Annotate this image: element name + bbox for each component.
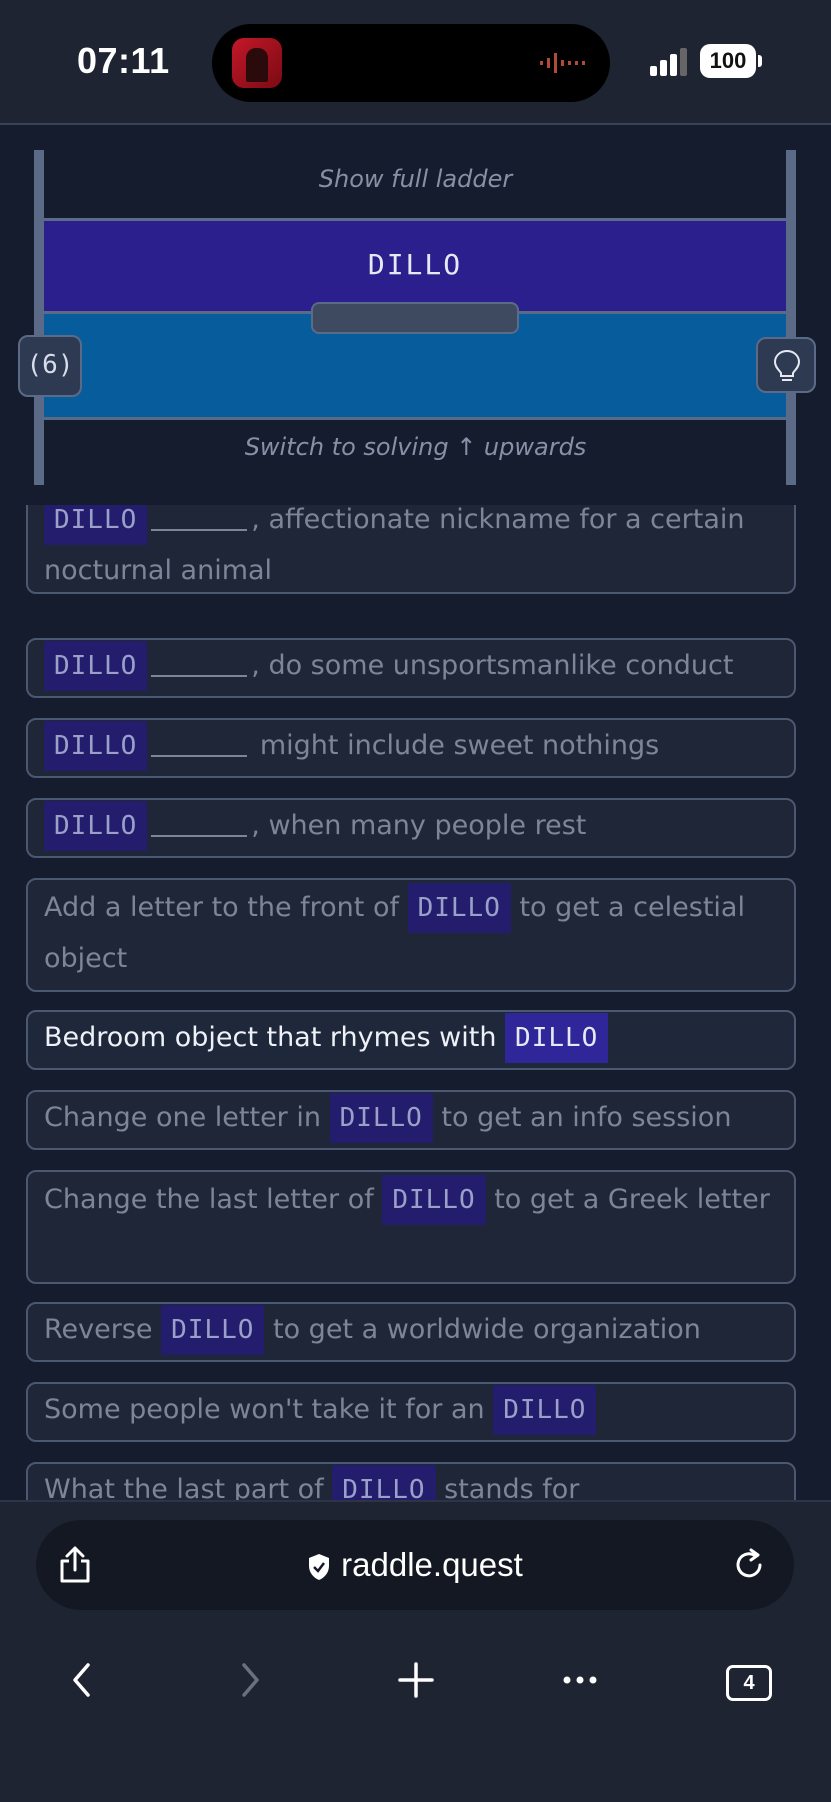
clue-text-pre: Bedroom object that rhymes with: [44, 1022, 506, 1053]
status-bar: 07:11 100: [0, 0, 831, 125]
clue-word-chip: DILLO: [493, 1385, 597, 1435]
url-field[interactable]: raddle.quest: [36, 1546, 794, 1584]
clue-list: DILLO, affectionate nickname for a certa…: [0, 505, 831, 1500]
clue-text-pre: What the last part of: [44, 1474, 333, 1500]
clue-item[interactable]: DILLO , do some unsportsmanlike conduct: [26, 638, 796, 698]
clue-item[interactable]: Bedroom object that rhymes with DILLO: [26, 1010, 796, 1070]
battery-icon: 100: [700, 44, 762, 78]
clue-text-post: , affectionate nickname for a certain no…: [44, 505, 745, 586]
browser-toolbar: raddle.quest 4: [0, 1500, 831, 1802]
clue-word-chip: DILLO: [332, 1465, 436, 1500]
audio-wave-icon: [540, 53, 585, 73]
status-time: 07:11: [77, 40, 170, 81]
clue-text-post: stands for: [435, 1474, 580, 1500]
back-icon[interactable]: [70, 1662, 94, 1698]
more-icon[interactable]: [562, 1674, 598, 1686]
clue-item[interactable]: Change the last letter of DILLO to get a…: [26, 1170, 796, 1284]
url-text: raddle.quest: [341, 1546, 523, 1583]
new-tab-icon[interactable]: [398, 1662, 434, 1698]
clue-text-pre: Some people won't take it for an: [44, 1394, 494, 1425]
clue-text-post: to get a worldwide organization: [264, 1314, 701, 1345]
clue-word-chip: DILLO: [44, 721, 148, 771]
clue-item[interactable]: DILLO , when many people rest: [26, 798, 796, 858]
reload-icon[interactable]: [732, 1548, 766, 1582]
clue-text-post: , do some unsportsmanlike conduct: [251, 650, 734, 681]
clue-word-chip: DILLO: [44, 505, 148, 545]
dynamic-island[interactable]: [212, 24, 610, 102]
clue-word-chip: DILLO: [505, 1013, 609, 1063]
clue-blank: [151, 511, 248, 531]
clue-word-chip: DILLO: [44, 641, 148, 691]
clue-blank: [151, 737, 248, 757]
clue-text-post: might include sweet nothings: [251, 730, 660, 761]
clue-item[interactable]: What the last part of DILLO stands for: [26, 1462, 796, 1500]
clue-text-post: to get a Greek letter: [485, 1184, 770, 1215]
clue-text-post: to get an info session: [432, 1102, 732, 1133]
switch-direction-link[interactable]: Switch to solving ↑ upwards: [0, 433, 831, 461]
clue-word-chip: DILLO: [329, 1093, 433, 1143]
hint-button[interactable]: [756, 337, 816, 393]
clue-word-chip: DILLO: [44, 801, 148, 851]
clue-item[interactable]: DILLO might include sweet nothings: [26, 718, 796, 778]
clue-text-pre: Add a letter to the front of: [44, 892, 408, 923]
current-word-rung: DILLO: [44, 218, 786, 314]
rung-hint-tab[interactable]: [311, 302, 519, 334]
clue-item[interactable]: Change one letter in DILLO to get an inf…: [26, 1090, 796, 1150]
now-playing-app-icon: [232, 38, 282, 88]
forward-icon[interactable]: [238, 1662, 262, 1698]
clue-blank: [151, 657, 248, 677]
clue-item[interactable]: Some people won't take it for an DILLO: [26, 1382, 796, 1442]
address-bar[interactable]: raddle.quest: [36, 1520, 794, 1610]
clue-blank: [151, 817, 248, 837]
signal-icon: [650, 48, 687, 76]
clue-word-chip: DILLO: [161, 1305, 265, 1355]
clue-item[interactable]: DILLO, affectionate nickname for a certa…: [26, 505, 796, 594]
tabs-button[interactable]: 4: [726, 1665, 772, 1701]
clue-text-pre: Change the last letter of: [44, 1184, 383, 1215]
remaining-count-badge: (6): [18, 335, 82, 397]
show-full-ladder-link[interactable]: Show full ladder: [0, 165, 831, 193]
secure-shield-icon: [309, 1554, 330, 1581]
clue-item[interactable]: Add a letter to the front of DILLO to ge…: [26, 878, 796, 992]
lightbulb-icon: [773, 349, 801, 381]
clue-item[interactable]: Reverse DILLO to get a worldwide organiz…: [26, 1302, 796, 1362]
clue-word-chip: DILLO: [382, 1175, 486, 1225]
word-ladder: Show full ladder DILLO (6) Switch to sol…: [0, 125, 831, 505]
clue-text-post: , when many people rest: [251, 810, 587, 841]
clue-text-pre: Change one letter in: [44, 1102, 330, 1133]
clue-word-chip: DILLO: [407, 883, 511, 933]
clue-text-pre: Reverse: [44, 1314, 162, 1345]
